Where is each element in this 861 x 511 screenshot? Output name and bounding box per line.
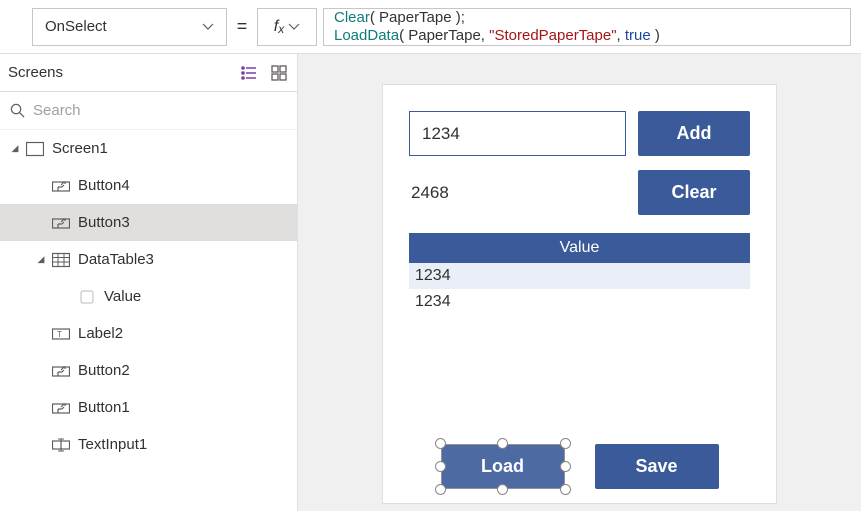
caret-down-icon[interactable]: ◢ <box>34 254 48 265</box>
tree-item-label2[interactable]: T Label2 <box>0 315 297 352</box>
button-icon <box>52 178 70 194</box>
chevron-down-icon <box>288 21 300 33</box>
grid-view-icon[interactable] <box>271 65 287 81</box>
add-button[interactable]: Add <box>638 111 750 156</box>
tree-item-label: Value <box>104 288 141 305</box>
formula-input[interactable]: Clear( PaperTape ); LoadData( PaperTape,… <box>323 8 851 46</box>
data-table[interactable]: Value 1234 1234 <box>409 233 750 315</box>
list-view-icon[interactable] <box>241 65 257 81</box>
resize-handle[interactable] <box>497 484 508 495</box>
resize-handle[interactable] <box>435 461 446 472</box>
textinput-icon <box>52 437 70 453</box>
caret-down-icon[interactable]: ◢ <box>8 143 22 154</box>
tree-item-screen1[interactable]: ◢ Screen1 <box>0 130 297 167</box>
selected-control-wrapper[interactable]: Load <box>441 444 565 489</box>
chevron-down-icon <box>202 21 214 33</box>
tree-item-label: Screen1 <box>52 140 108 157</box>
screen-preview: 1234 Add 2468 Clear Value 1234 1234 Load <box>382 84 777 504</box>
tree-item-label: DataTable3 <box>78 251 154 268</box>
save-button[interactable]: Save <box>595 444 719 489</box>
tree-item-label: Button3 <box>78 214 130 231</box>
table-row: 1234 <box>409 263 750 289</box>
property-selector[interactable]: OnSelect <box>32 8 227 46</box>
clear-button[interactable]: Clear <box>638 170 750 215</box>
tree-item-button2[interactable]: Button2 <box>0 352 297 389</box>
resize-handle[interactable] <box>497 438 508 449</box>
tree-view-panel: Screens ◢ Screen1 Button4 Button3 ◢ DataTable… <box>0 54 298 511</box>
tree-item-label: Button4 <box>78 177 130 194</box>
sum-label: 2468 <box>409 183 449 203</box>
tree-view-list: ◢ Screen1 Button4 Button3 ◢ DataTable3 Value T L… <box>0 130 297 511</box>
load-button[interactable]: Load <box>441 444 565 489</box>
tree-item-label: Label2 <box>78 325 123 342</box>
tree-search-input[interactable] <box>33 102 287 119</box>
tree-view-title: Screens <box>8 64 63 81</box>
tree-view-header: Screens <box>0 54 297 92</box>
tree-item-label: Button2 <box>78 362 130 379</box>
text-input-value: 1234 <box>422 124 460 144</box>
table-icon <box>52 252 70 268</box>
resize-handle[interactable] <box>560 484 571 495</box>
equals-label: = <box>227 16 257 37</box>
resize-handle[interactable] <box>560 461 571 472</box>
tree-item-label: Button1 <box>78 399 130 416</box>
fx-button[interactable]: fx <box>257 8 317 46</box>
text-input[interactable]: 1234 <box>409 111 626 156</box>
tree-item-label: TextInput1 <box>78 436 147 453</box>
tree-item-button1[interactable]: Button1 <box>0 389 297 426</box>
table-row: 1234 <box>409 289 750 315</box>
resize-handle[interactable] <box>560 438 571 449</box>
column-icon <box>78 289 96 305</box>
fx-icon: fx <box>274 18 284 36</box>
search-icon <box>10 103 25 118</box>
data-table-header: Value <box>409 233 750 263</box>
formula-line: LoadData( PaperTape, "StoredPaperTape", … <box>334 27 840 45</box>
tree-item-button4[interactable]: Button4 <box>0 167 297 204</box>
formula-bar: OnSelect = fx Clear( PaperTape ); LoadDa… <box>0 0 861 54</box>
button-icon <box>52 363 70 379</box>
screen-icon <box>26 141 44 157</box>
tree-item-textinput1[interactable]: TextInput1 <box>0 426 297 463</box>
tree-item-button3[interactable]: Button3 <box>0 204 297 241</box>
tree-item-value[interactable]: Value <box>0 278 297 315</box>
property-selector-value: OnSelect <box>45 18 107 35</box>
design-canvas[interactable]: 1234 Add 2468 Clear Value 1234 1234 Load <box>298 54 861 511</box>
button-icon <box>52 215 70 231</box>
tree-search-row <box>0 92 297 130</box>
resize-handle[interactable] <box>435 484 446 495</box>
tree-item-datatable3[interactable]: ◢ DataTable3 <box>0 241 297 278</box>
resize-handle[interactable] <box>435 438 446 449</box>
formula-line: Clear( PaperTape ); <box>334 9 840 27</box>
svg-text:T: T <box>57 330 62 339</box>
button-icon <box>52 400 70 416</box>
label-icon: T <box>52 326 70 342</box>
